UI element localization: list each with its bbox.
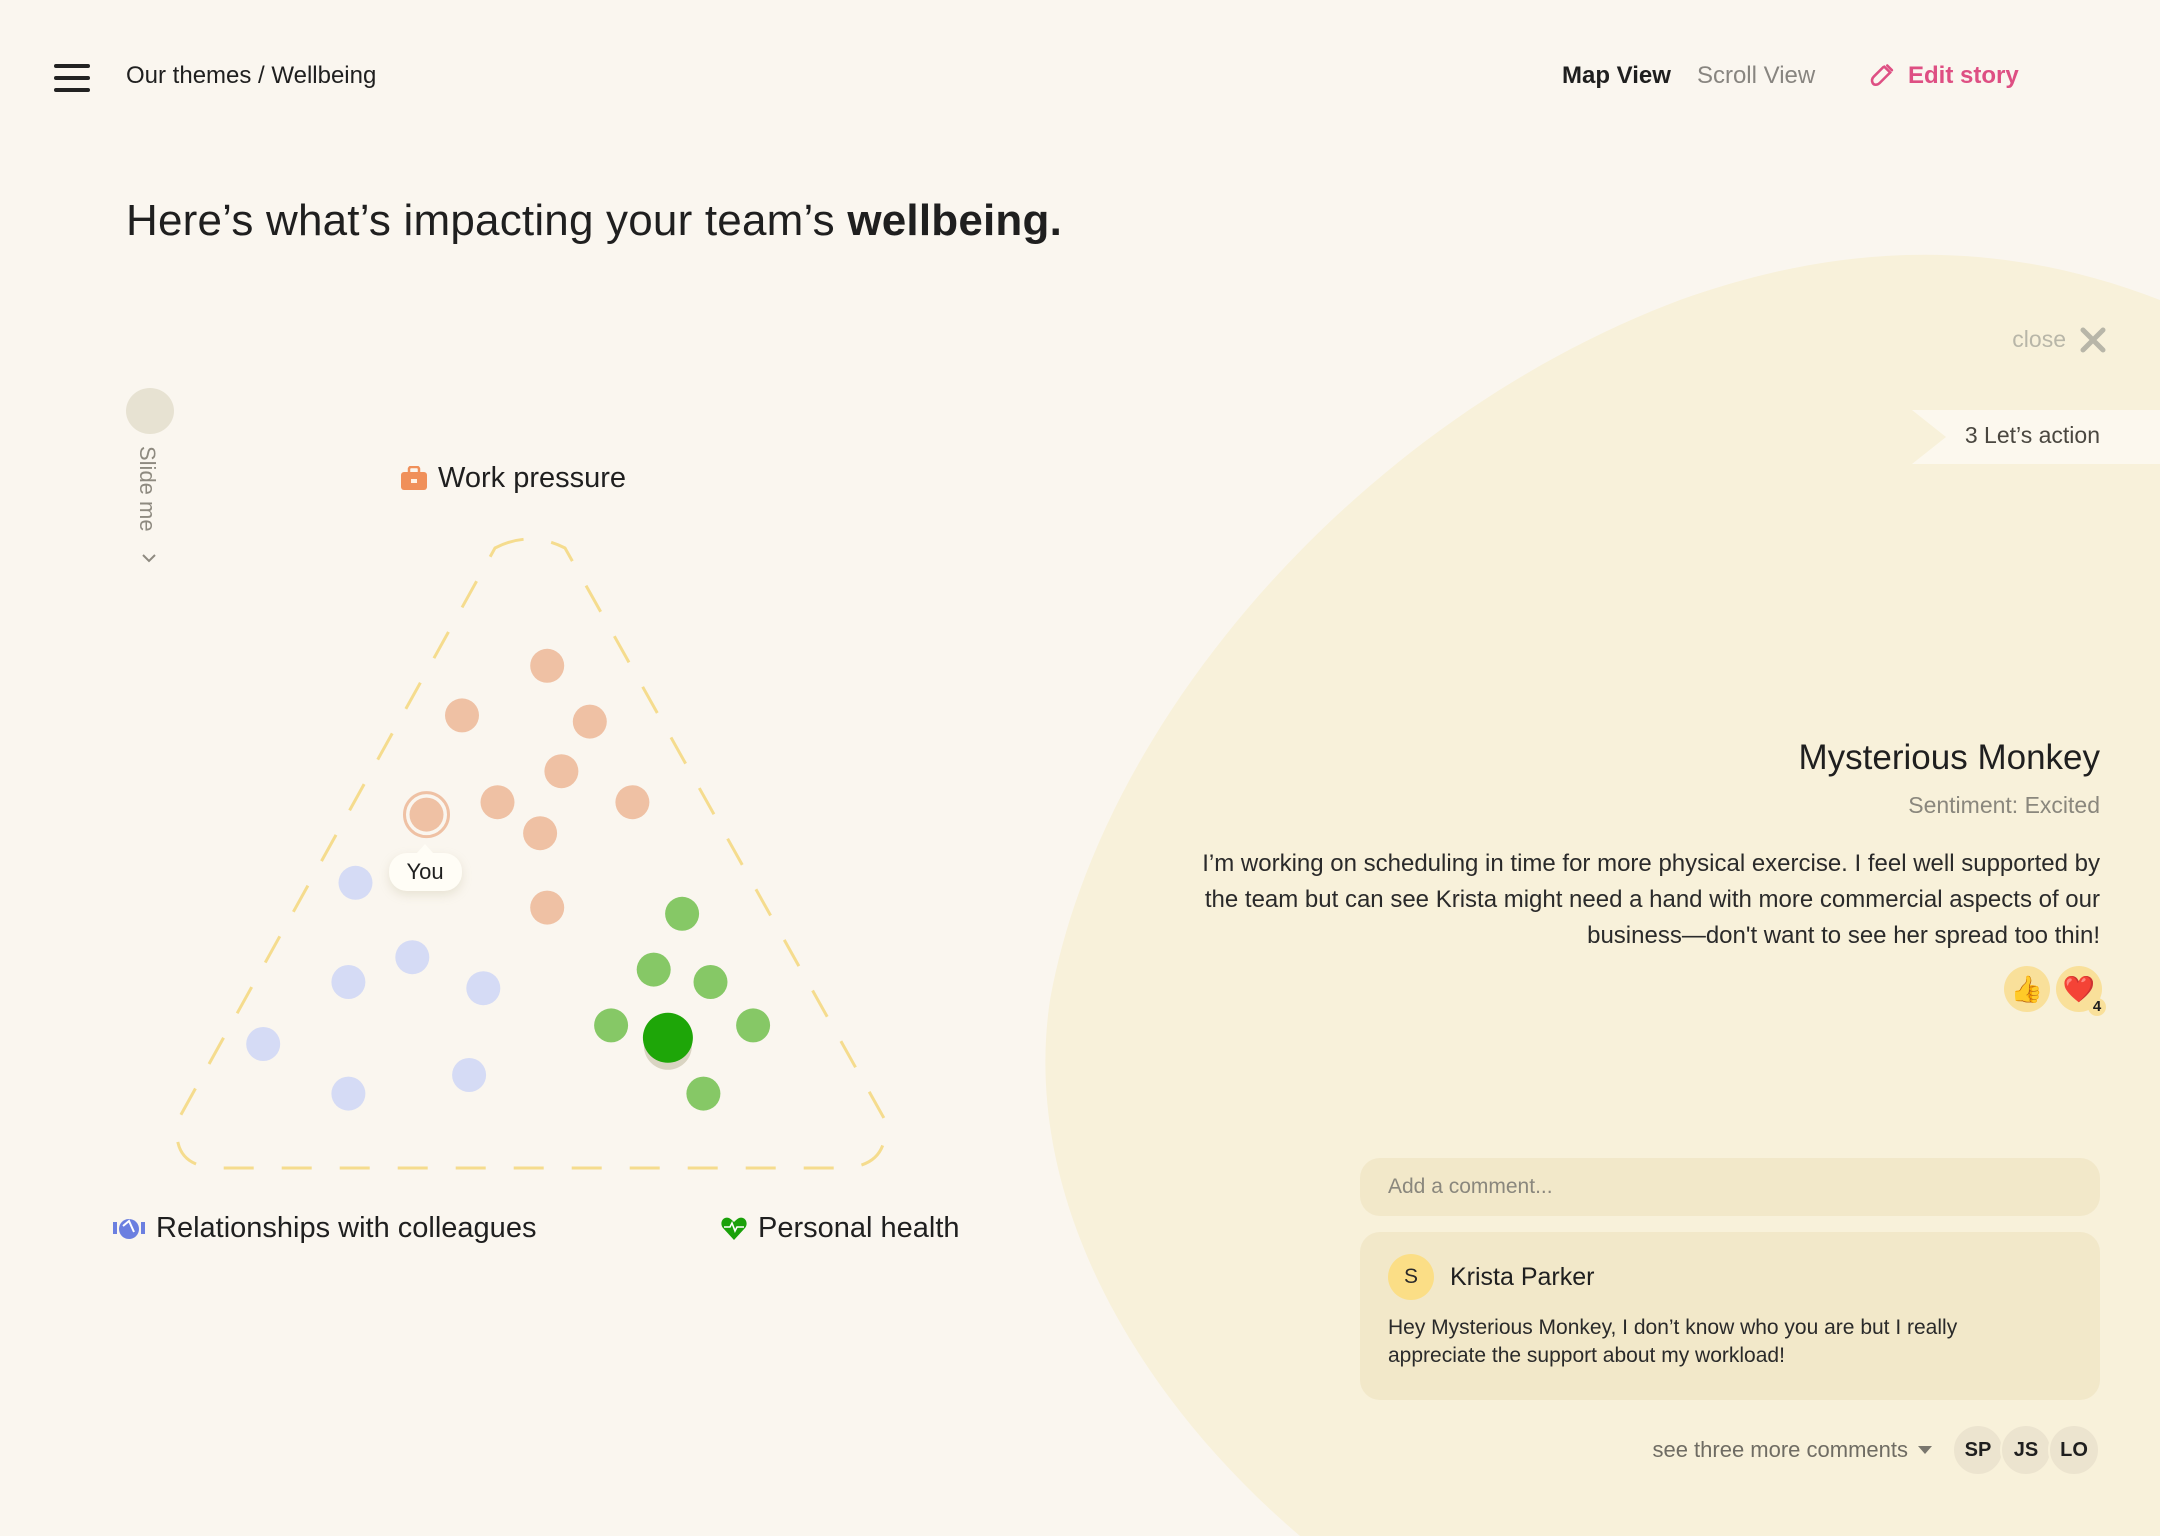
axis-label-work-pressure[interactable]: Work pressure [400,462,626,495]
reaction-count: 4 [2088,998,2106,1016]
story-point-health[interactable] [594,1008,629,1043]
view-tabs: Map View Scroll View [1562,62,1815,90]
story-point-work[interactable] [544,754,579,789]
story-point-health[interactable] [636,952,671,987]
you-tooltip: You [388,843,462,891]
story-point-work[interactable] [480,785,515,820]
story-point-work[interactable] [445,698,479,733]
edit-story-label: Edit story [1908,62,2019,89]
story-point-work[interactable] [572,704,607,739]
story-point-health[interactable] [736,1008,771,1043]
more-comments: see three more comments SP JS LO [1652,1424,2100,1476]
story-point-work[interactable] [530,890,565,925]
chevron-down-icon [142,554,156,563]
slider-label: Slide me [135,446,160,532]
axis-label-text: Work pressure [438,462,627,494]
axis-label-personal-health[interactable]: Personal health [720,1212,960,1245]
story-point-health[interactable] [693,965,728,999]
page-title: Here’s what’s impacting your team’s well… [126,196,1062,246]
edit-story-button[interactable]: Edit story [1868,62,2019,90]
story-body: I’m working on scheduling in time for mo… [1202,850,2100,949]
avatar[interactable]: SP [1952,1424,2004,1476]
menu-icon[interactable] [54,64,90,92]
see-more-comments-button[interactable]: see three more comments [1652,1437,1908,1463]
story-point-relationships[interactable] [331,1076,366,1111]
handshake-icon [113,1218,145,1239]
story-point-relationships[interactable] [246,1027,281,1061]
page-title-emphasis: wellbeing. [847,196,1063,245]
slider-handle[interactable] [126,388,174,434]
story-point-health[interactable] [665,896,700,931]
comment-body: Hey Mysterious Monkey, I don’t know who … [1388,1316,1958,1367]
reaction-thumbs-up[interactable]: 👍 [2004,966,2050,1012]
caret-down-icon[interactable] [1918,1446,1932,1454]
tab-map-view[interactable]: Map View [1562,62,1671,90]
selected-story-point[interactable] [642,1012,693,1063]
thumbs-up-icon: 👍 [2010,973,2044,1004]
story-point-work[interactable] [530,648,565,683]
heart-pulse-icon [721,1217,747,1240]
tab-scroll-view[interactable]: Scroll View [1697,62,1815,90]
comment-input[interactable] [1360,1158,2100,1216]
avatar: S [1388,1254,1434,1300]
story-point-work[interactable] [523,816,558,851]
story-point-relationships[interactable] [395,940,430,975]
axis-label-relationships[interactable]: Relationships with colleagues [112,1212,536,1245]
story-point-health[interactable] [686,1076,721,1111]
story-point-relationships[interactable] [452,1058,487,1092]
breadcrumb[interactable]: Our themes / Wellbeing [126,62,376,90]
story-point-work[interactable] [615,785,650,820]
story-point-relationships[interactable] [466,971,501,1006]
axis-label-text: Relationships with colleagues [156,1212,537,1244]
close-label: close [2012,326,2066,352]
close-icon [2080,327,2106,352]
reactions: 👍 ❤️ 4 [2004,966,2106,1016]
axis-label-text: Personal health [758,1212,960,1244]
your-story-point[interactable] [409,797,444,832]
page-title-prefix: Here’s what’s impacting your team’s [126,196,848,245]
story-sentiment: Sentiment: Excited [1908,792,2100,818]
comment-author: Krista Parker [1450,1262,1595,1291]
reaction-heart[interactable]: ❤️ 4 [2056,966,2106,1016]
comment-card: S Krista Parker Hey Mysterious Monkey, I… [1360,1232,2100,1400]
story-point-relationships[interactable] [338,865,373,900]
triangle-outline [175,537,887,1170]
action-ribbon-label[interactable]: 3 Let’s action [1965,422,2100,449]
avatar[interactable]: JS [2000,1424,2052,1476]
close-button[interactable]: close [2012,326,2106,353]
briefcase-icon [401,465,427,490]
avatar[interactable]: LO [2048,1424,2100,1476]
story-point-relationships[interactable] [331,965,366,999]
story-title: Mysterious Monkey [1798,738,2100,777]
paperclip-pencil-icon [1870,64,1894,87]
